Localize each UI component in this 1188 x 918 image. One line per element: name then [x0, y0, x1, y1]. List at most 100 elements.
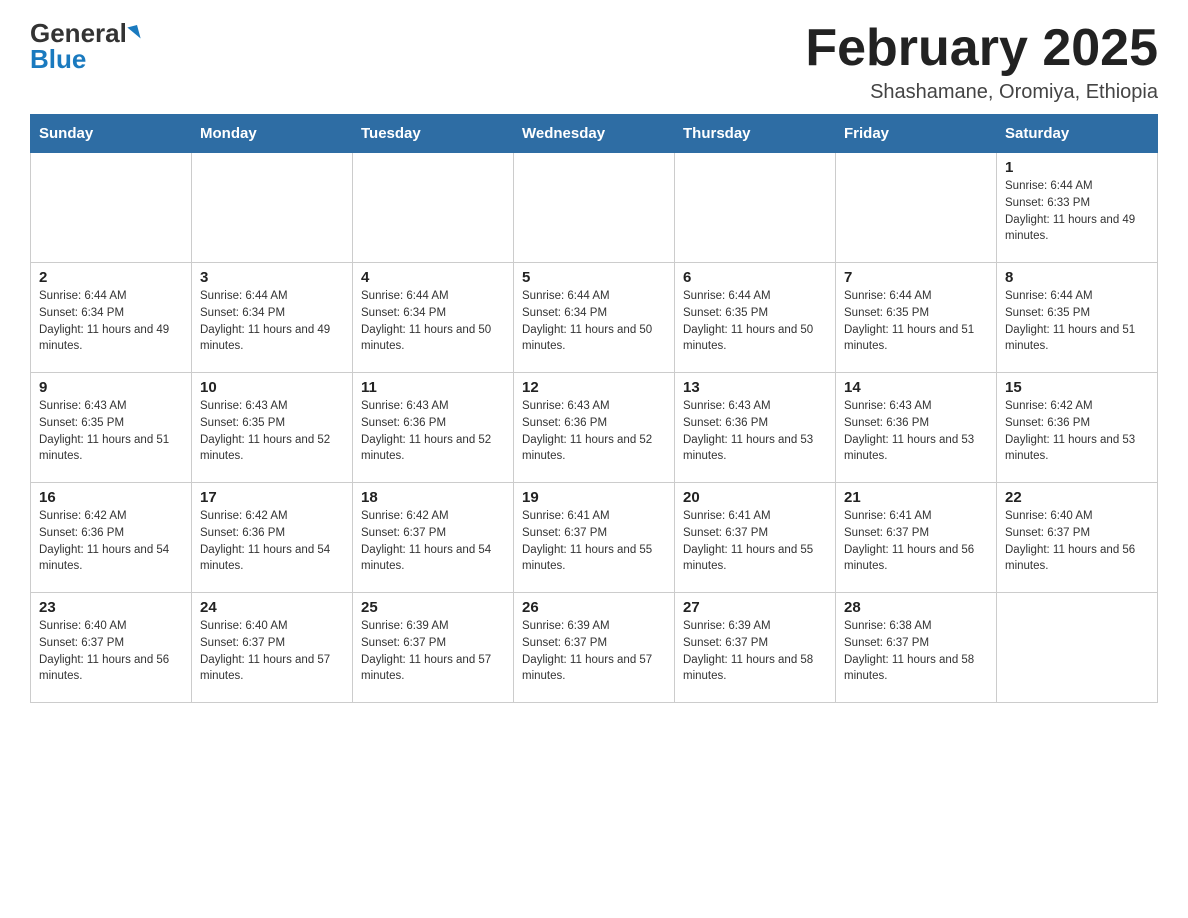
day-number: 17 [200, 489, 344, 506]
day-info: Sunrise: 6:44 AMSunset: 6:34 PMDaylight:… [522, 288, 666, 355]
calendar-cell: 19 Sunrise: 6:41 AMSunset: 6:37 PMDayligh… [514, 483, 675, 593]
day-info: Sunrise: 6:44 AMSunset: 6:33 PMDaylight:… [1005, 178, 1149, 245]
day-number: 7 [844, 269, 988, 286]
calendar-week-row: 16 Sunrise: 6:42 AMSunset: 6:36 PMDayligh… [31, 483, 1158, 593]
day-number: 27 [683, 599, 827, 616]
calendar-cell [192, 153, 353, 263]
calendar-cell: 1 Sunrise: 6:44 AMSunset: 6:33 PMDaylight… [997, 153, 1158, 263]
column-header-tuesday: Tuesday [353, 115, 514, 153]
calendar-cell: 20 Sunrise: 6:41 AMSunset: 6:37 PMDayligh… [675, 483, 836, 593]
day-info: Sunrise: 6:44 AMSunset: 6:34 PMDaylight:… [200, 288, 344, 355]
calendar-cell: 27 Sunrise: 6:39 AMSunset: 6:37 PMDayligh… [675, 593, 836, 703]
day-number: 14 [844, 379, 988, 396]
column-header-wednesday: Wednesday [514, 115, 675, 153]
day-number: 16 [39, 489, 183, 506]
day-info: Sunrise: 6:43 AMSunset: 6:36 PMDaylight:… [522, 398, 666, 465]
calendar-cell: 25 Sunrise: 6:39 AMSunset: 6:37 PMDayligh… [353, 593, 514, 703]
day-number: 4 [361, 269, 505, 286]
day-info: Sunrise: 6:42 AMSunset: 6:37 PMDaylight:… [361, 508, 505, 575]
column-header-sunday: Sunday [31, 115, 192, 153]
day-info: Sunrise: 6:44 AMSunset: 6:35 PMDaylight:… [683, 288, 827, 355]
logo: General Blue [30, 20, 139, 72]
day-info: Sunrise: 6:39 AMSunset: 6:37 PMDaylight:… [522, 618, 666, 685]
day-number: 5 [522, 269, 666, 286]
calendar-cell: 11Sunrise: 6:43 AMSunset: 6:36 PMDayligh… [353, 373, 514, 483]
day-info: Sunrise: 6:39 AMSunset: 6:37 PMDaylight:… [683, 618, 827, 685]
day-info: Sunrise: 6:43 AMSunset: 6:36 PMDaylight:… [683, 398, 827, 465]
calendar-cell: 5 Sunrise: 6:44 AMSunset: 6:34 PMDaylight… [514, 263, 675, 373]
day-number: 8 [1005, 269, 1149, 286]
calendar-cell: 28 Sunrise: 6:38 AMSunset: 6:37 PMDayligh… [836, 593, 997, 703]
column-header-friday: Friday [836, 115, 997, 153]
calendar-cell: 22 Sunrise: 6:40 AMSunset: 6:37 PMDayligh… [997, 483, 1158, 593]
calendar-cell: 24Sunrise: 6:40 AMSunset: 6:37 PMDayligh… [192, 593, 353, 703]
day-number: 13 [683, 379, 827, 396]
day-number: 19 [522, 489, 666, 506]
calendar-cell: 26Sunrise: 6:39 AMSunset: 6:37 PMDayligh… [514, 593, 675, 703]
calendar-cell: 18Sunrise: 6:42 AMSunset: 6:37 PMDayligh… [353, 483, 514, 593]
day-info: Sunrise: 6:42 AMSunset: 6:36 PMDaylight:… [200, 508, 344, 575]
calendar-week-row: 2 Sunrise: 6:44 AMSunset: 6:34 PMDaylight… [31, 263, 1158, 373]
calendar-week-row: 23 Sunrise: 6:40 AMSunset: 6:37 PMDayligh… [31, 593, 1158, 703]
day-number: 10 [200, 379, 344, 396]
calendar-header-row: SundayMondayTuesdayWednesdayThursdayFrid… [31, 115, 1158, 153]
logo-general-text: General [30, 20, 127, 46]
day-info: Sunrise: 6:43 AMSunset: 6:35 PMDaylight:… [39, 398, 183, 465]
day-number: 2 [39, 269, 183, 286]
column-header-monday: Monday [192, 115, 353, 153]
calendar-cell: 4 Sunrise: 6:44 AMSunset: 6:34 PMDaylight… [353, 263, 514, 373]
day-number: 11 [361, 379, 505, 396]
day-number: 20 [683, 489, 827, 506]
day-info: Sunrise: 6:44 AMSunset: 6:35 PMDaylight:… [1005, 288, 1149, 355]
calendar-week-row: 1 Sunrise: 6:44 AMSunset: 6:33 PMDaylight… [31, 153, 1158, 263]
calendar-cell: 10 Sunrise: 6:43 AMSunset: 6:35 PMDayligh… [192, 373, 353, 483]
calendar-cell: 14 Sunrise: 6:43 AMSunset: 6:36 PMDayligh… [836, 373, 997, 483]
calendar-cell [836, 153, 997, 263]
column-header-saturday: Saturday [997, 115, 1158, 153]
day-number: 9 [39, 379, 183, 396]
day-number: 28 [844, 599, 988, 616]
day-info: Sunrise: 6:41 AMSunset: 6:37 PMDaylight:… [844, 508, 988, 575]
logo-arrow-icon [127, 25, 140, 41]
day-info: Sunrise: 6:42 AMSunset: 6:36 PMDaylight:… [39, 508, 183, 575]
day-info: Sunrise: 6:40 AMSunset: 6:37 PMDaylight:… [39, 618, 183, 685]
day-number: 22 [1005, 489, 1149, 506]
logo-blue-text: Blue [30, 46, 86, 72]
calendar-week-row: 9 Sunrise: 6:43 AMSunset: 6:35 PMDaylight… [31, 373, 1158, 483]
day-info: Sunrise: 6:44 AMSunset: 6:34 PMDaylight:… [361, 288, 505, 355]
calendar-cell: 15Sunrise: 6:42 AMSunset: 6:36 PMDayligh… [997, 373, 1158, 483]
day-number: 23 [39, 599, 183, 616]
day-number: 3 [200, 269, 344, 286]
calendar-cell [675, 153, 836, 263]
calendar-cell: 16 Sunrise: 6:42 AMSunset: 6:36 PMDayligh… [31, 483, 192, 593]
page-header: General Blue February 2025 Shashamane, O… [30, 20, 1158, 104]
day-info: Sunrise: 6:44 AMSunset: 6:34 PMDaylight:… [39, 288, 183, 355]
calendar-cell: 13 Sunrise: 6:43 AMSunset: 6:36 PMDayligh… [675, 373, 836, 483]
day-info: Sunrise: 6:43 AMSunset: 6:36 PMDaylight:… [844, 398, 988, 465]
day-number: 25 [361, 599, 505, 616]
day-info: Sunrise: 6:43 AMSunset: 6:35 PMDaylight:… [200, 398, 344, 465]
day-number: 12 [522, 379, 666, 396]
calendar-cell [514, 153, 675, 263]
day-info: Sunrise: 6:41 AMSunset: 6:37 PMDaylight:… [522, 508, 666, 575]
calendar-table: SundayMondayTuesdayWednesdayThursdayFrid… [30, 114, 1158, 703]
calendar-cell: 2 Sunrise: 6:44 AMSunset: 6:34 PMDaylight… [31, 263, 192, 373]
calendar-cell: 9 Sunrise: 6:43 AMSunset: 6:35 PMDaylight… [31, 373, 192, 483]
day-info: Sunrise: 6:41 AMSunset: 6:37 PMDaylight:… [683, 508, 827, 575]
day-number: 1 [1005, 159, 1149, 176]
day-number: 24 [200, 599, 344, 616]
location-subtitle: Shashamane, Oromiya, Ethiopia [805, 81, 1158, 104]
calendar-cell: 17 Sunrise: 6:42 AMSunset: 6:36 PMDayligh… [192, 483, 353, 593]
calendar-cell: 23 Sunrise: 6:40 AMSunset: 6:37 PMDayligh… [31, 593, 192, 703]
calendar-cell: 12 Sunrise: 6:43 AMSunset: 6:36 PMDayligh… [514, 373, 675, 483]
calendar-cell: 7Sunrise: 6:44 AMSunset: 6:35 PMDaylight… [836, 263, 997, 373]
day-info: Sunrise: 6:40 AMSunset: 6:37 PMDaylight:… [1005, 508, 1149, 575]
day-info: Sunrise: 6:38 AMSunset: 6:37 PMDaylight:… [844, 618, 988, 685]
day-number: 6 [683, 269, 827, 286]
column-header-thursday: Thursday [675, 115, 836, 153]
day-info: Sunrise: 6:39 AMSunset: 6:37 PMDaylight:… [361, 618, 505, 685]
calendar-cell [997, 593, 1158, 703]
title-block: February 2025 Shashamane, Oromiya, Ethio… [805, 20, 1158, 104]
day-number: 15 [1005, 379, 1149, 396]
day-number: 21 [844, 489, 988, 506]
